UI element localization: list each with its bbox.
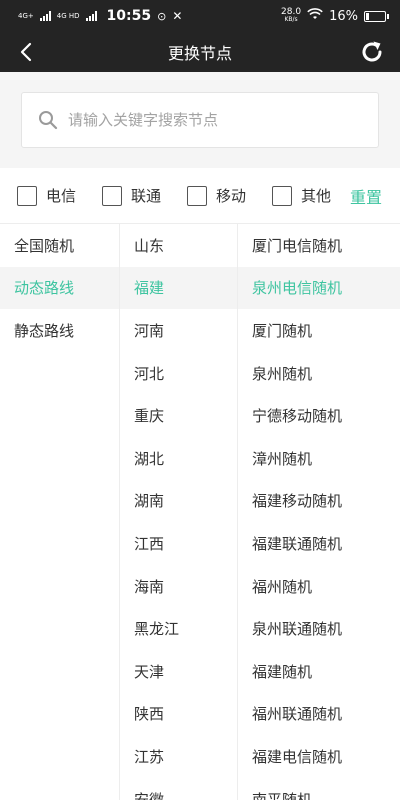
notification-icon: ⊙ — [157, 9, 167, 23]
node-item[interactable]: 福建联通随机 — [238, 522, 400, 565]
network-4g-hd-indicator: 4G HD — [57, 12, 80, 20]
node-picker: 全国随机 动态路线 静态路线 山东 福建 河南 河北 重庆 湖北 湖南 江西 海南 黑龙江 天津 陕西 江苏… — [0, 224, 400, 800]
filter-label: 电信 — [46, 187, 77, 205]
network-type-1: 4G+ — [18, 12, 34, 20]
reset-button[interactable]: 重置 — [350, 184, 382, 208]
province-item[interactable]: 重庆 — [120, 394, 237, 437]
node-item[interactable]: 漳州随机 — [238, 437, 400, 480]
node-item[interactable]: 泉州联通随机 — [238, 607, 400, 650]
filter-unicom[interactable]: 联通 — [102, 185, 161, 206]
carrier-filter-row: 电信 联通 移动 其他 重置 — [0, 168, 400, 224]
node-item[interactable]: 福建移动随机 — [238, 480, 400, 523]
filter-telecom[interactable]: 电信 — [17, 185, 76, 206]
province-item[interactable]: 河南 — [120, 309, 237, 352]
refresh-button[interactable] — [356, 36, 388, 68]
node-item[interactable]: 福建电信随机 — [238, 735, 400, 778]
node-item[interactable]: 福建随机 — [238, 650, 400, 693]
node-item[interactable]: 福州随机 — [238, 565, 400, 608]
page-title: 更换节点 — [167, 44, 232, 63]
search-area — [0, 72, 400, 168]
province-item[interactable]: 湖北 — [120, 437, 237, 480]
mobile-checkbox[interactable] — [187, 185, 208, 206]
speed-value: 28.0 — [281, 7, 302, 17]
search-icon — [39, 111, 58, 130]
telecom-checkbox[interactable] — [17, 185, 37, 206]
network-type-2: 4G HD — [56, 12, 80, 20]
network-speed: 28.0 KB/s — [281, 8, 301, 24]
province-list: 山东 福建 河南 河北 重庆 湖北 湖南 江西 海南 黑龙江 天津 陕西 江苏 安徽 — [119, 224, 237, 800]
wifi-icon — [307, 8, 323, 24]
speed-unit: KB/s — [284, 16, 298, 23]
node-item[interactable]: 泉州电信随机 — [238, 266, 400, 310]
back-button[interactable] — [10, 36, 42, 68]
status-bar: 4G+ 4G HD 10:55 ⊙ ✕ 28.0 KB/s 16% — [0, 0, 400, 32]
other-checkbox[interactable] — [272, 185, 293, 206]
search-box[interactable] — [21, 92, 379, 148]
battery-icon — [364, 10, 389, 22]
category-item[interactable]: 全国随机 — [0, 224, 119, 267]
node-item[interactable]: 厦门随机 — [238, 309, 400, 352]
province-item[interactable]: 陕西 — [120, 693, 237, 736]
node-item[interactable]: 厦门电信随机 — [238, 224, 400, 267]
network-4g-plus-indicator: 4G+ — [18, 12, 34, 20]
chevron-left-icon — [20, 42, 32, 62]
node-item[interactable]: 宁德移动随机 — [238, 394, 400, 437]
node-item[interactable]: 泉州随机 — [238, 352, 400, 395]
search-input[interactable] — [68, 111, 348, 129]
province-item[interactable]: 江西 — [120, 522, 237, 565]
filter-label: 其他 — [301, 187, 332, 205]
status-time: 10:55 — [106, 8, 152, 24]
category-list: 全国随机 动态路线 静态路线 — [0, 224, 119, 800]
category-item[interactable]: 动态路线 — [0, 266, 119, 310]
province-item[interactable]: 湖南 — [120, 480, 237, 523]
province-item[interactable]: 江苏 — [120, 735, 237, 778]
node-list: 厦门电信随机 泉州电信随机 厦门随机 泉州随机 宁德移动随机 漳州随机 福建移动随机 福建联通… — [237, 224, 400, 800]
filter-other[interactable]: 其他 — [272, 185, 331, 206]
province-item[interactable]: 天津 — [120, 650, 237, 693]
province-item[interactable]: 河北 — [120, 352, 237, 395]
category-item[interactable]: 静态路线 — [0, 309, 119, 352]
filter-label: 联通 — [131, 187, 162, 205]
province-item[interactable]: 山东 — [120, 224, 237, 267]
refresh-icon — [362, 41, 382, 62]
battery-percent: 16% — [329, 8, 358, 24]
tools-icon: ✕ — [172, 9, 183, 23]
signal-icon — [39, 11, 51, 21]
signal-icon-2 — [85, 11, 97, 21]
province-item[interactable]: 黑龙江 — [120, 607, 237, 650]
filter-mobile[interactable]: 移动 — [187, 185, 246, 206]
province-item[interactable]: 安徽 — [120, 778, 237, 800]
filter-label: 移动 — [216, 187, 247, 205]
province-item[interactable]: 福建 — [120, 266, 237, 310]
province-item[interactable]: 海南 — [120, 565, 237, 608]
unicom-checkbox[interactable] — [102, 185, 123, 206]
node-item[interactable]: 福州联通随机 — [238, 693, 400, 736]
node-item[interactable]: 南平随机 — [238, 778, 400, 800]
app-header: 更换节点 — [0, 32, 400, 72]
